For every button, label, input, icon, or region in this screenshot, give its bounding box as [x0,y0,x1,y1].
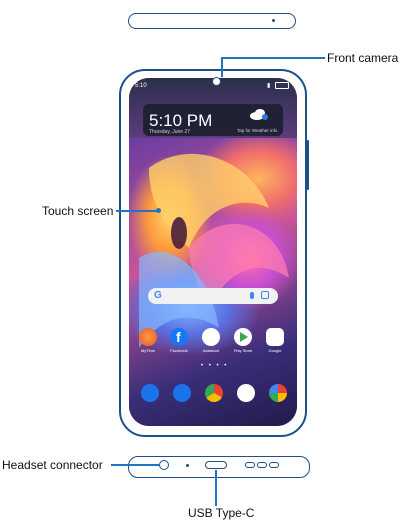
phone-top-edge [128,13,296,29]
app-label: MyTime [140,348,156,353]
dock-chrome[interactable] [205,384,223,402]
facebook-icon: f [176,329,181,345]
app-google[interactable] [266,328,284,346]
mic-icon[interactable] [250,292,254,299]
front-camera-lens [212,77,221,86]
touch-screen-leader [116,210,158,212]
speaker-grille [257,462,267,468]
speaker-grille [269,462,279,468]
touch-screen-marker [156,208,161,213]
dock-messages[interactable] [173,384,191,402]
clock-time: 5:10 PM [149,111,213,130]
speaker-grille [245,462,255,468]
dock-photos[interactable] [269,384,287,402]
app-label: Facebook [170,348,188,353]
bottom-mic [186,464,189,467]
signal-icon: ▮ [267,83,271,89]
google-logo: G [154,290,162,301]
touch-screen-label: Touch screen [42,204,114,218]
google-search-bar[interactable] [148,288,278,304]
app-label: Assistant [202,348,220,353]
weather-cloud-icon[interactable] [249,108,269,120]
app-assistant[interactable] [202,328,220,346]
usb-c-port [205,461,227,469]
top-edge-mic [272,19,275,22]
clock-date: Thursday, June 27 [149,129,191,135]
side-button [306,140,309,190]
page-indicator: • • • • [201,363,229,369]
dock-phone[interactable] [141,384,159,402]
front-camera-leader [221,57,325,59]
front-camera-leader [221,57,223,77]
app-label: Play Store [233,348,253,353]
headset-connector-label: Headset connector [2,458,103,472]
dock-camera[interactable] [237,384,255,402]
front-camera-label: Front camera [327,51,399,65]
usb-type-c-leader [215,470,217,506]
weather-hint[interactable]: Tap for Weather info [237,128,277,133]
headset-connector-leader [111,464,160,466]
touch-screen-display: 5:10 ▮ 5:10 PM Thursday, June 27 Tap for… [129,78,297,426]
battery-icon [275,82,289,89]
usb-type-c-label: USB Type-C [188,506,255,520]
headset-jack [159,460,169,470]
app-label: Google [268,348,282,353]
status-time: 5:10 [135,83,147,89]
app-mytime[interactable] [139,328,157,346]
play-store-icon [240,332,248,342]
lens-icon[interactable] [261,291,269,299]
